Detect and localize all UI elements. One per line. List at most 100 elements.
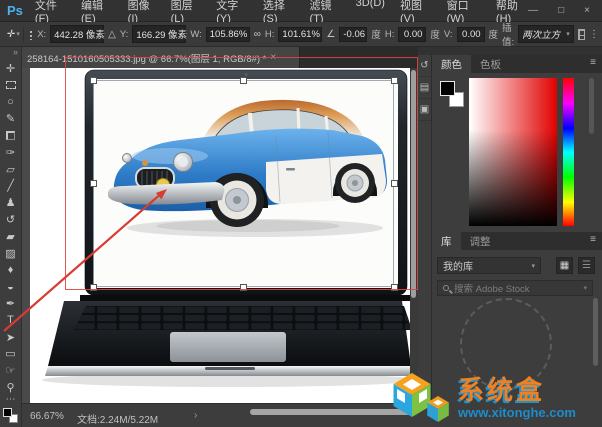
- lasso-tool[interactable]: ○: [0, 94, 21, 111]
- foreground-color-swatch[interactable]: [440, 81, 455, 96]
- options-bar: ✛▾ X: 442.28 像素 △ Y: 166.29 像素 W: 105.86…: [0, 22, 602, 47]
- dodge-tool[interactable]: ◒: [0, 278, 21, 295]
- library-select[interactable]: 我的库 ▾: [437, 257, 541, 274]
- close-button[interactable]: ×: [584, 5, 590, 16]
- current-tool-icon[interactable]: ✛▾: [3, 27, 24, 42]
- maximize-button[interactable]: □: [558, 5, 564, 16]
- vertical-scrollbar-thumb[interactable]: [411, 70, 416, 298]
- history-brush-tool[interactable]: ↺: [0, 211, 21, 228]
- degree-label: 度: [430, 27, 440, 41]
- reference-point-grid-icon[interactable]: [28, 29, 33, 40]
- menu-item[interactable]: 滤镜(T): [310, 0, 341, 25]
- eraser-tool[interactable]: ▰: [0, 228, 21, 245]
- zoom-level[interactable]: 66.67%: [30, 411, 64, 422]
- move-tool[interactable]: ✛: [0, 60, 21, 77]
- chevron-down-icon: ▾: [583, 284, 587, 292]
- transform-handle-middle-right[interactable]: [391, 180, 398, 187]
- transform-handle-bottom-center[interactable]: [240, 284, 247, 291]
- hue-slider[interactable]: [563, 78, 574, 226]
- link-dimensions-icon[interactable]: ∞: [254, 29, 261, 40]
- color-panel-tabs: 颜色 色板 ≡: [432, 55, 602, 73]
- menu-item[interactable]: 图像(I): [128, 0, 156, 25]
- menu-item[interactable]: 文件(F): [35, 0, 66, 25]
- photoshop-logo: Ps: [7, 3, 23, 18]
- height-scale-field[interactable]: 101.61%: [278, 27, 322, 42]
- transform-bounding-box[interactable]: [93, 80, 394, 287]
- menu-item[interactable]: 3D(D): [356, 0, 385, 25]
- menu-item[interactable]: 编辑(E): [81, 0, 113, 25]
- shape-tool[interactable]: ▭: [0, 346, 21, 363]
- info-panel-icon[interactable]: ▣: [418, 99, 431, 121]
- menu-item[interactable]: 窗口(W): [447, 0, 481, 25]
- pen-tool[interactable]: ✒: [0, 295, 21, 312]
- tab-adjustments[interactable]: 调整: [461, 232, 500, 250]
- history-panel-icon[interactable]: ↺: [418, 55, 431, 77]
- rotation-field[interactable]: -0.06: [339, 27, 367, 42]
- menu-item[interactable]: 文字(Y): [216, 0, 248, 25]
- transform-handle-middle-left[interactable]: [90, 180, 97, 187]
- rotate-icon: ∠: [326, 29, 335, 40]
- type-tool[interactable]: T: [0, 312, 21, 329]
- properties-panel-icon[interactable]: ▤: [418, 77, 431, 99]
- transform-handle-bottom-left[interactable]: [90, 284, 97, 291]
- gradient-tool[interactable]: ▨: [0, 245, 21, 262]
- tab-libraries[interactable]: 库: [432, 232, 461, 250]
- hand-tool[interactable]: ☞: [0, 362, 21, 379]
- v-skew-field[interactable]: 0.00: [457, 27, 485, 42]
- canvas-document[interactable]: [30, 68, 410, 403]
- edit-toolbar-icon[interactable]: ⋯: [0, 396, 21, 408]
- foreground-background-colors[interactable]: [3, 408, 19, 423]
- menu-item[interactable]: 图层(L): [171, 0, 202, 25]
- blur-tool[interactable]: ♦: [0, 262, 21, 279]
- search-icon: [443, 285, 449, 291]
- window-controls: — □ ×: [528, 5, 602, 16]
- tools-list: ✛○✎✑▱╱♟↺▰▨♦◒✒T➤▭☞⚲: [0, 60, 21, 396]
- foreground-color-swatch[interactable]: [3, 408, 12, 417]
- tools-panel: » ✛○✎✑▱╱♟↺▰▨♦◒✒T➤▭☞⚲ ⋯: [0, 47, 22, 427]
- quick-selection-tool[interactable]: ✎: [0, 110, 21, 127]
- vertical-scrollbar[interactable]: [410, 68, 418, 403]
- document-tab[interactable]: 258164-1510160505333.jpg @ 66.7%(图层 1, R…: [22, 47, 300, 68]
- transform-handle-top-left[interactable]: [90, 77, 97, 84]
- warp-mode-icon[interactable]: [578, 29, 585, 40]
- libraries-panel-tabs: 库 调整 ≡: [432, 232, 602, 250]
- saturation-brightness-field[interactable]: [469, 78, 557, 226]
- panel-menu-icon[interactable]: ≡: [584, 55, 602, 73]
- list-view-button[interactable]: ☰: [578, 257, 595, 274]
- transform-handle-top-right[interactable]: [391, 77, 398, 84]
- clone-stamp-tool[interactable]: ♟: [0, 194, 21, 211]
- transform-handle-top-center[interactable]: [240, 77, 247, 84]
- search-placeholder: 搜索 Adobe Stock: [454, 281, 530, 295]
- grid-view-button[interactable]: ▦: [556, 257, 573, 274]
- toolbar-collapse-button[interactable]: »: [0, 47, 21, 60]
- tab-close-icon[interactable]: ×: [270, 52, 276, 63]
- status-chevron-icon[interactable]: ›: [194, 410, 197, 421]
- minimize-button[interactable]: —: [528, 5, 538, 16]
- relative-position-button[interactable]: △: [108, 29, 116, 40]
- panel-menu-icon[interactable]: ≡: [584, 232, 602, 250]
- h-label: H:: [265, 29, 275, 40]
- options-overflow-icon[interactable]: ⋮: [589, 29, 599, 40]
- interpolation-select[interactable]: 两次立方▾: [518, 25, 574, 43]
- crop-tool[interactable]: [0, 127, 21, 144]
- menu-item[interactable]: 选择(S): [263, 0, 295, 25]
- h-skew-field[interactable]: 0.00: [398, 27, 426, 42]
- marquee-tool[interactable]: [0, 77, 21, 94]
- y-label: Y:: [120, 29, 128, 40]
- brush-tool[interactable]: ╱: [0, 178, 21, 195]
- menu-item[interactable]: 视图(V): [400, 0, 432, 25]
- x-position-field[interactable]: 442.28 像素: [50, 25, 104, 43]
- tab-swatches[interactable]: 色板: [471, 55, 510, 73]
- stock-search-input[interactable]: 搜索 Adobe Stock ▾: [437, 280, 593, 296]
- move-tool-icon: ✛: [6, 29, 14, 40]
- transform-handle-bottom-right[interactable]: [391, 284, 398, 291]
- path-selection-tool[interactable]: ➤: [0, 329, 21, 346]
- healing-brush-tool[interactable]: ▱: [0, 161, 21, 178]
- panel-scrollbar[interactable]: [593, 298, 598, 366]
- tab-color[interactable]: 颜色: [432, 55, 471, 73]
- chevron-down-icon: ▾: [531, 262, 535, 270]
- width-scale-field[interactable]: 105.86%: [206, 27, 250, 42]
- y-position-field[interactable]: 166.29 像素: [132, 25, 186, 43]
- panel-scrollbar[interactable]: [589, 78, 594, 134]
- eyedropper-tool[interactable]: ✑: [0, 144, 21, 161]
